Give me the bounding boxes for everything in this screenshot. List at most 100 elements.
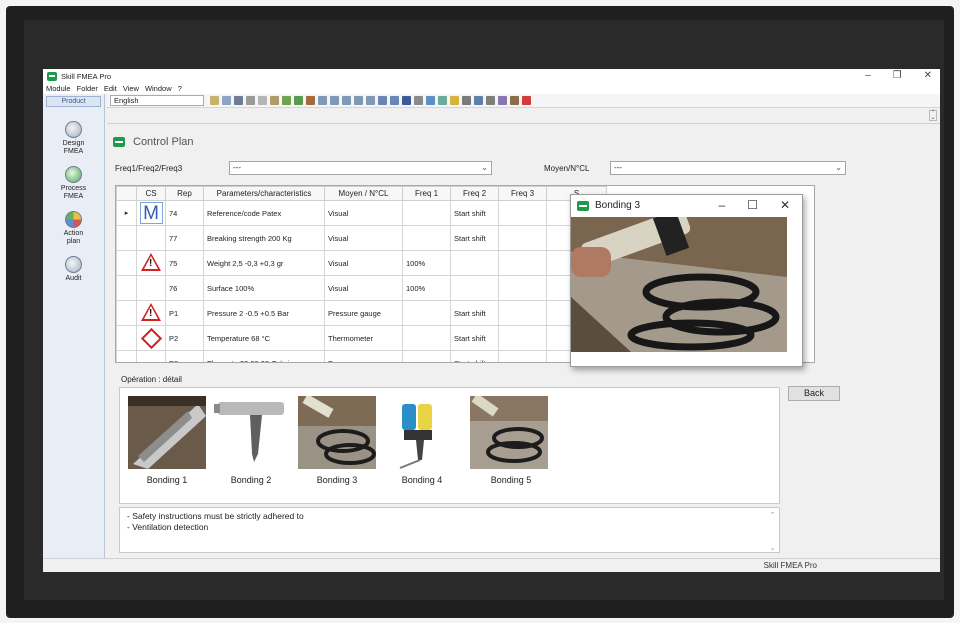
copy-icon[interactable]	[258, 96, 267, 105]
notes-scrollbar[interactable]: ⌃ ⌄	[768, 510, 777, 552]
cs-cell	[136, 225, 166, 251]
bonding-3-window[interactable]: Bonding 3 – ☐ ✕	[570, 194, 803, 367]
cs-cell	[136, 300, 166, 326]
language-select[interactable]: English	[110, 95, 204, 106]
popup-maximize-button[interactable]: ☐	[747, 198, 758, 212]
popup-close-button[interactable]: ✕	[780, 198, 790, 212]
header-rep[interactable]: Rep	[165, 186, 204, 201]
minimize-button[interactable]: –	[865, 69, 871, 83]
flag-icon[interactable]	[522, 96, 531, 105]
menu-folder[interactable]: Folder	[77, 83, 98, 94]
nav-action-plan[interactable]: Action plan	[43, 211, 104, 246]
calculator-icon[interactable]	[462, 96, 471, 105]
bonding-3-titlebar[interactable]: Bonding 3 – ☐ ✕	[571, 195, 802, 216]
table-row[interactable]: P1 Pressure 2 -0.5 +0.5 Bar Pressure gau…	[116, 300, 607, 326]
menu-edit[interactable]: Edit	[104, 83, 117, 94]
operation-detail-label: Opération : détail	[121, 375, 182, 384]
bonding-5-thumbnail[interactable]	[470, 396, 548, 469]
maximize-button[interactable]: ❐	[893, 69, 902, 83]
cut-icon[interactable]	[246, 96, 255, 105]
tree-icon[interactable]	[318, 96, 327, 105]
menu-module[interactable]: Module	[46, 83, 71, 94]
link-icon[interactable]	[282, 96, 291, 105]
row-selector	[116, 275, 137, 301]
warning-icon[interactable]	[450, 96, 459, 105]
table-row[interactable]: 75 Weight 2,5 -0,3 +0,3 gr Visual 100%	[116, 250, 607, 276]
menu-help[interactable]: ?	[178, 83, 182, 94]
notes-textarea[interactable]: - Safety instructions must be strictly a…	[119, 507, 780, 553]
save-icon[interactable]	[234, 96, 243, 105]
nav-design-fmea-label: Design FMEA	[62, 140, 85, 155]
bonding-4-label: Bonding 4	[401, 475, 443, 485]
nav-audit[interactable]: Audit	[43, 256, 104, 283]
tools-icon[interactable]	[510, 96, 519, 105]
print-icon[interactable]	[390, 96, 399, 105]
bonding-1-thumbnail[interactable]	[128, 396, 206, 469]
rep-cell: 74	[165, 200, 204, 226]
freq-dropdown[interactable]: --- ⌄	[229, 161, 492, 175]
tree-add-icon[interactable]	[330, 96, 339, 105]
report-icon[interactable]	[378, 96, 387, 105]
bonding-3-thumbnail[interactable]	[298, 396, 376, 469]
tree-remove-icon[interactable]	[342, 96, 351, 105]
moyen-dropdown[interactable]: --- ⌄	[610, 161, 846, 175]
design-fmea-icon	[65, 121, 82, 138]
header-moyen[interactable]: Moyen / N°CL	[324, 186, 403, 201]
paste-icon[interactable]	[270, 96, 279, 105]
operation-thumbnails-panel: Bonding 1 Bonding 2 Bonding 3 Bonding 4 …	[119, 387, 780, 504]
back-button[interactable]: Back	[788, 386, 840, 401]
toolbar: English	[107, 94, 940, 108]
clock-icon[interactable]	[438, 96, 447, 105]
freq1-cell	[402, 325, 451, 351]
header-freq3[interactable]: Freq 3	[498, 186, 547, 201]
link-add-icon[interactable]	[294, 96, 303, 105]
menu-window[interactable]: Window	[145, 83, 172, 94]
freq3-cell	[498, 300, 547, 326]
nav-design-fmea[interactable]: Design FMEA	[43, 121, 104, 156]
wrench-icon[interactable]	[486, 96, 495, 105]
audit-icon	[65, 256, 82, 273]
nav-process-fmea-label: Process FMEA	[60, 185, 87, 200]
table-row[interactable]: P2 Temperature 68 °C Thermometer Start s…	[116, 325, 607, 351]
insert-icon[interactable]	[354, 96, 363, 105]
users-icon[interactable]	[414, 96, 423, 105]
search-icon[interactable]	[474, 96, 483, 105]
menu-view[interactable]: View	[123, 83, 139, 94]
product-tab[interactable]: Product	[46, 96, 101, 107]
moyen-cell: Visual	[324, 225, 403, 251]
bonding-1-label: Bonding 1	[146, 475, 188, 485]
bonding-2-thumbnail[interactable]	[212, 396, 290, 469]
header-parameters[interactable]: Parameters/characteristics	[203, 186, 325, 201]
table-row[interactable]: P3 Flow rate 22 20 23 Gr/min Pressure ga…	[116, 350, 607, 362]
link-remove-icon[interactable]	[306, 96, 315, 105]
cs-cell: M	[136, 200, 166, 226]
table-row[interactable]: 76 Surface 100% Visual 100%	[116, 275, 607, 301]
row-selector	[116, 250, 137, 276]
table-header-row: CS Rep Parameters/characteristics Moyen …	[116, 186, 607, 201]
nav-process-fmea[interactable]: Process FMEA	[43, 166, 104, 201]
table-row[interactable]: 77 Breaking strength 200 Kg Visual Start…	[116, 225, 607, 251]
book-icon[interactable]	[402, 96, 411, 105]
bonding-3-title: Bonding 3	[595, 200, 641, 211]
process-fmea-icon	[65, 166, 82, 183]
delete-row-icon[interactable]	[366, 96, 375, 105]
list-icon[interactable]	[222, 96, 231, 105]
chart-icon[interactable]	[498, 96, 507, 105]
header-cs[interactable]: CS	[136, 186, 166, 201]
rep-cell: P2	[165, 325, 204, 351]
export-icon[interactable]	[426, 96, 435, 105]
header-freq1[interactable]: Freq 1	[402, 186, 451, 201]
table-row[interactable]: ▸ M 74 Reference/code Patex Visual Start…	[116, 200, 607, 226]
row-selector	[116, 325, 137, 351]
tab-scroll-icon[interactable]: ⌃ ⌄	[929, 110, 937, 121]
param-cell: Surface 100%	[203, 275, 325, 301]
bonding-4-thumbnail[interactable]	[382, 396, 460, 469]
popup-minimize-button[interactable]: –	[718, 198, 725, 212]
freq3-cell	[498, 250, 547, 276]
bonding-3-label: Bonding 3	[316, 475, 358, 485]
folder-icon[interactable]	[210, 96, 219, 105]
title-bar: Skill FMEA Pro – ❐ ✕	[43, 69, 940, 83]
header-freq2[interactable]: Freq 2	[450, 186, 499, 201]
close-button[interactable]: ✕	[924, 69, 932, 83]
chevron-down-icon: ⌄	[481, 163, 488, 172]
